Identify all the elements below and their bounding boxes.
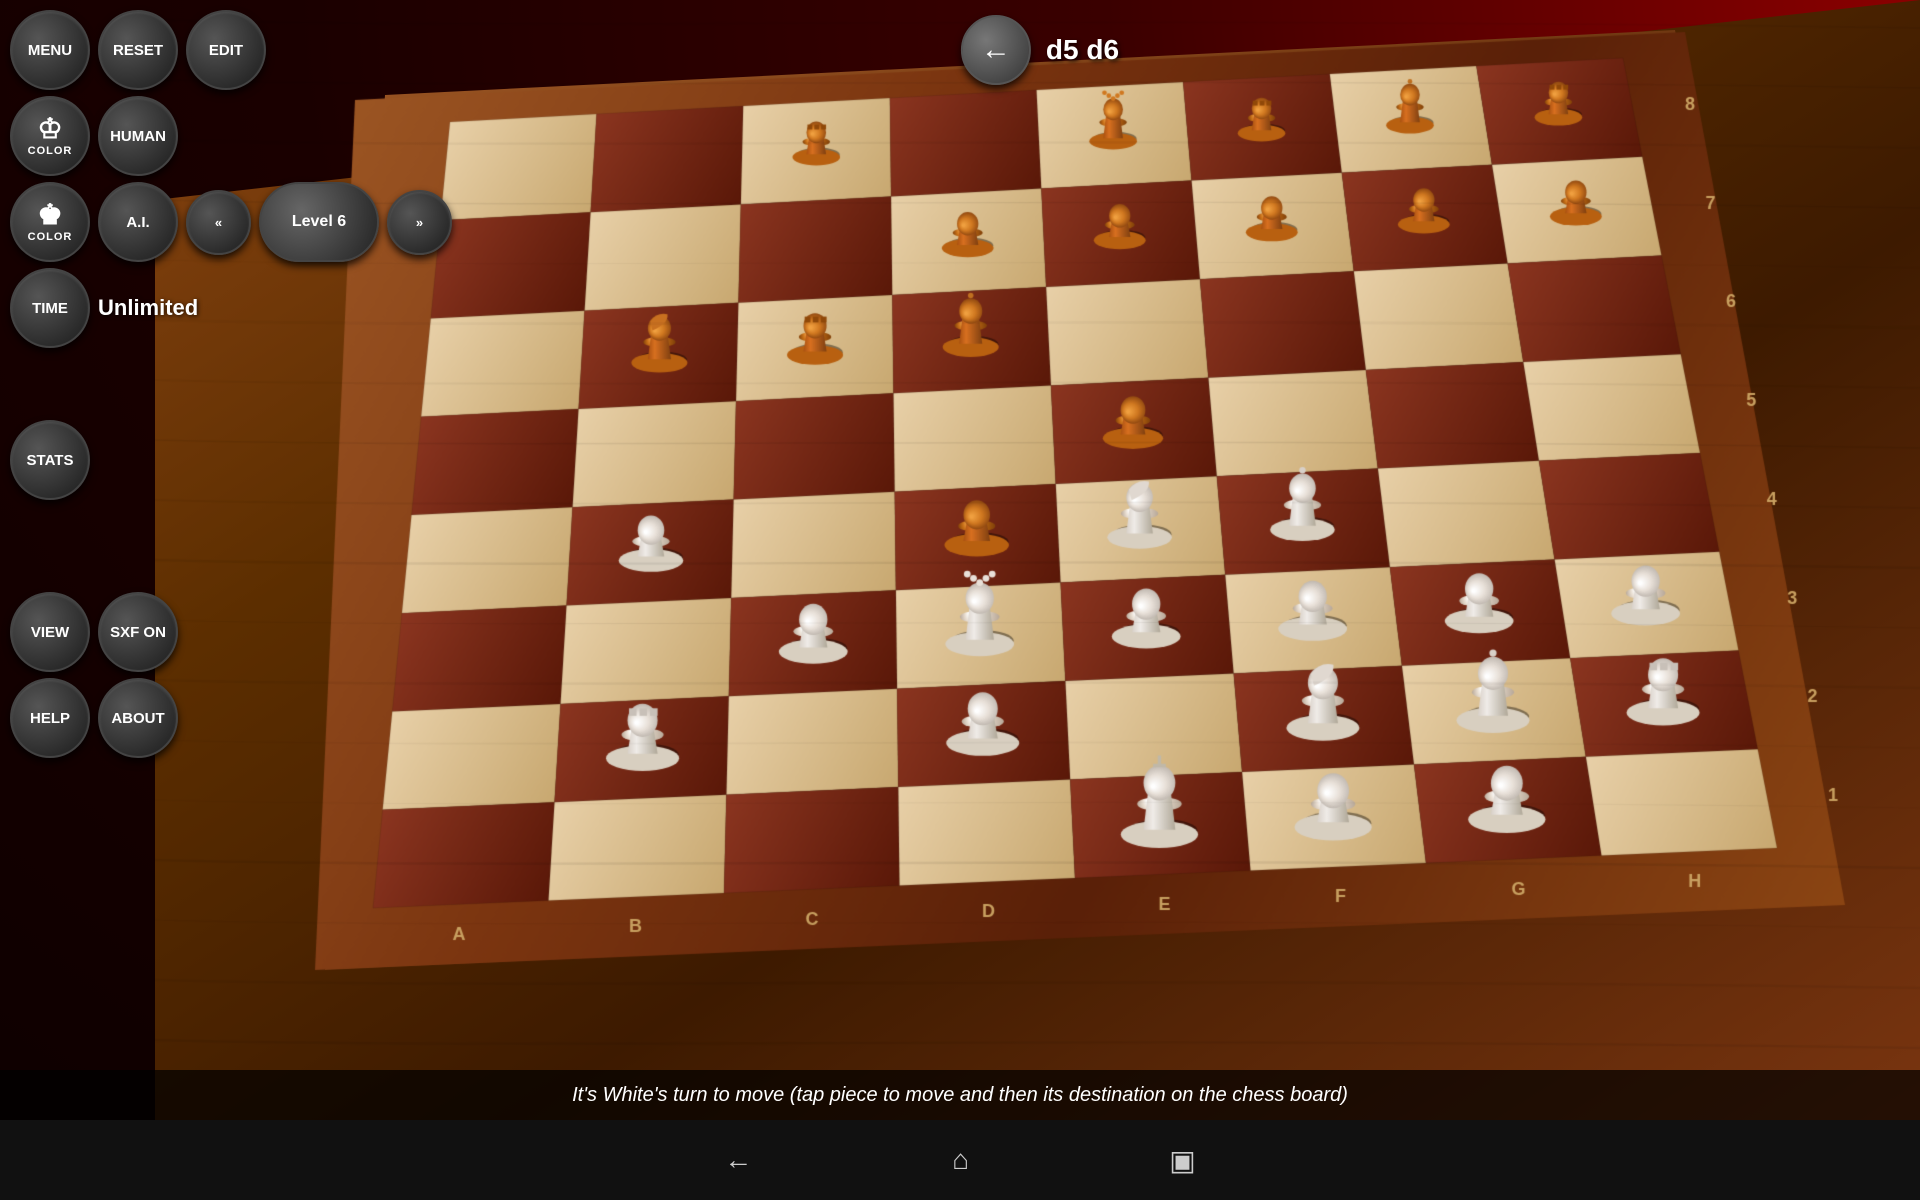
reset-button[interactable]: RESET [98, 10, 178, 90]
top-button-row: MENU RESET EDIT [10, 10, 452, 90]
help-row: HELP ABOUT [10, 678, 452, 758]
time-row: TIME Unlimited [10, 268, 452, 348]
back-arrow-icon: ← [981, 33, 1011, 67]
level-next-button[interactable]: » [387, 190, 452, 255]
time-button[interactable]: TIME [10, 268, 90, 348]
stats-row: STATS [10, 420, 452, 500]
edit-button[interactable]: EDIT [186, 10, 266, 90]
ai-row: ♚ COLOR A.I. « Level 6 » [10, 182, 452, 262]
status-message: It's White's turn to move (tap piece to … [572, 1084, 1348, 1107]
time-value: Unlimited [98, 295, 198, 321]
nav-recent-button[interactable]: ▣ [1169, 1144, 1195, 1177]
help-button[interactable]: HELP [10, 678, 90, 758]
stats-button[interactable]: STATS [10, 420, 90, 500]
level-display: Level 6 [259, 182, 379, 262]
level-prev-button[interactable]: « [186, 190, 251, 255]
view-button[interactable]: VIEW [10, 592, 90, 672]
ai-button[interactable]: A.I. [98, 182, 178, 262]
color2-button[interactable]: ♚ COLOR [10, 182, 90, 262]
last-move-text: d5 d6 [1046, 34, 1119, 66]
about-button[interactable]: ABOUT [98, 678, 178, 758]
menu-button[interactable]: MENU [10, 10, 90, 90]
left-panel: MENU RESET EDIT ♔ COLOR HUMAN ♚ COLOR A.… [10, 10, 452, 758]
color1-row: ♔ COLOR HUMAN [10, 96, 452, 176]
human-button[interactable]: HUMAN [98, 96, 178, 176]
navigation-bar: ← ⌂ ▣ [0, 1120, 1920, 1200]
back-move-button[interactable]: ← [961, 15, 1031, 85]
status-bar: It's White's turn to move (tap piece to … [0, 1070, 1920, 1120]
view-row: VIEW SXF ON [10, 592, 452, 672]
move-indicator: ← d5 d6 [961, 15, 1119, 85]
nav-back-button[interactable]: ← [724, 1144, 752, 1176]
sxf-button[interactable]: SXF ON [98, 592, 178, 672]
color1-button[interactable]: ♔ COLOR [10, 96, 90, 176]
nav-home-button[interactable]: ⌂ [952, 1144, 969, 1176]
